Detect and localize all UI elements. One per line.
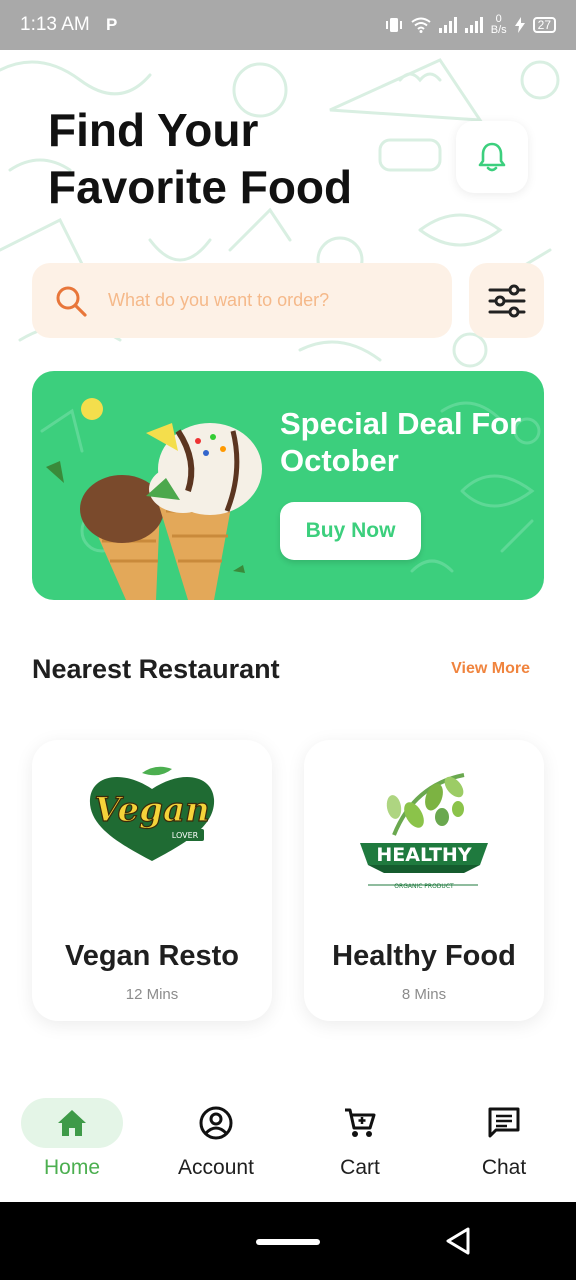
system-home-pill[interactable] (256, 1239, 320, 1245)
status-icons: 0 B/s 27 (385, 14, 556, 36)
nav-chat-indicator (453, 1098, 555, 1148)
signal-icon (438, 17, 457, 33)
restaurant-card-vegan[interactable]: Vegan LOVER Vegan Resto 12 Mins (32, 740, 272, 1021)
home-icon (58, 1110, 86, 1136)
cart-icon (345, 1108, 376, 1137)
bottom-navigation: Home Account Cart Chat (0, 1080, 576, 1202)
nav-account-indicator (165, 1098, 267, 1148)
restaurant-name: Vegan Resto (64, 940, 240, 972)
nav-chat[interactable]: Chat (432, 1098, 576, 1188)
system-back-icon[interactable] (444, 1226, 472, 1256)
nav-cart[interactable]: Cart (288, 1098, 432, 1188)
promo-banner[interactable]: Special Deal For October Buy Now (32, 371, 544, 600)
healthy-logo-text: HEALTHY (376, 844, 471, 866)
filter-button[interactable] (469, 263, 544, 338)
title-line-2: Favorite Food (48, 161, 353, 213)
delivery-time: 8 Mins (401, 986, 447, 1003)
wifi-icon (411, 17, 431, 33)
status-bar: 1:13 AM P 0 B/s 27 (0, 0, 576, 50)
nav-chat-label: Chat (481, 1156, 527, 1179)
search-input[interactable]: What do you want to order? (32, 263, 452, 338)
vegan-logo-subtext: LOVER (172, 831, 199, 840)
section-title-nearest: Nearest Restaurant (32, 654, 280, 684)
healthy-logo-subtext: ORGANIC PRODUCT (394, 883, 454, 890)
netspeed-unit: B/s (490, 24, 507, 36)
page-title: Find Your Favorite Food (48, 102, 352, 216)
bell-icon (478, 142, 506, 172)
parking-icon: P (106, 15, 118, 34)
search-icon (56, 286, 87, 317)
status-time: 1:13 AM (20, 14, 90, 35)
vegan-logo-text: Vegan (94, 790, 209, 830)
ice-cream-image (46, 398, 262, 600)
buy-now-button[interactable]: Buy Now (280, 502, 421, 560)
netspeed: 0 B/s (491, 14, 507, 36)
system-navigation-bar (0, 1202, 576, 1280)
title-line-1: Find Your (48, 104, 259, 156)
charging-icon (514, 17, 525, 33)
nav-cart-label: Cart (340, 1156, 380, 1179)
healthy-logo: HEALTHY ORGANIC PRODUCT (360, 773, 488, 890)
chat-icon (488, 1107, 520, 1138)
restaurant-card-healthy[interactable]: HEALTHY ORGANIC PRODUCT Healthy Food 8 M… (304, 740, 544, 1021)
promo-title: Special Deal For October (280, 406, 522, 478)
battery-indicator: 27 (532, 17, 556, 33)
notification-button[interactable] (456, 121, 528, 193)
search-placeholder: What do you want to order? (108, 290, 330, 310)
account-icon (199, 1106, 233, 1140)
vibrate-icon (385, 18, 402, 32)
vegan-lover-logo: Vegan LOVER (89, 766, 215, 861)
nav-account-label: Account (178, 1156, 254, 1179)
nav-account[interactable]: Account (144, 1098, 288, 1188)
nav-home-label: Home (43, 1156, 101, 1179)
signal-icon-2 (464, 17, 483, 33)
delivery-time: 12 Mins (125, 986, 179, 1003)
nav-home[interactable]: Home (0, 1098, 144, 1188)
restaurant-name: Healthy Food (332, 940, 516, 972)
nav-cart-indicator (309, 1098, 411, 1148)
view-more-link[interactable]: View More (451, 660, 530, 678)
nav-home-indicator (21, 1098, 123, 1148)
filter-sliders-icon (488, 284, 525, 317)
